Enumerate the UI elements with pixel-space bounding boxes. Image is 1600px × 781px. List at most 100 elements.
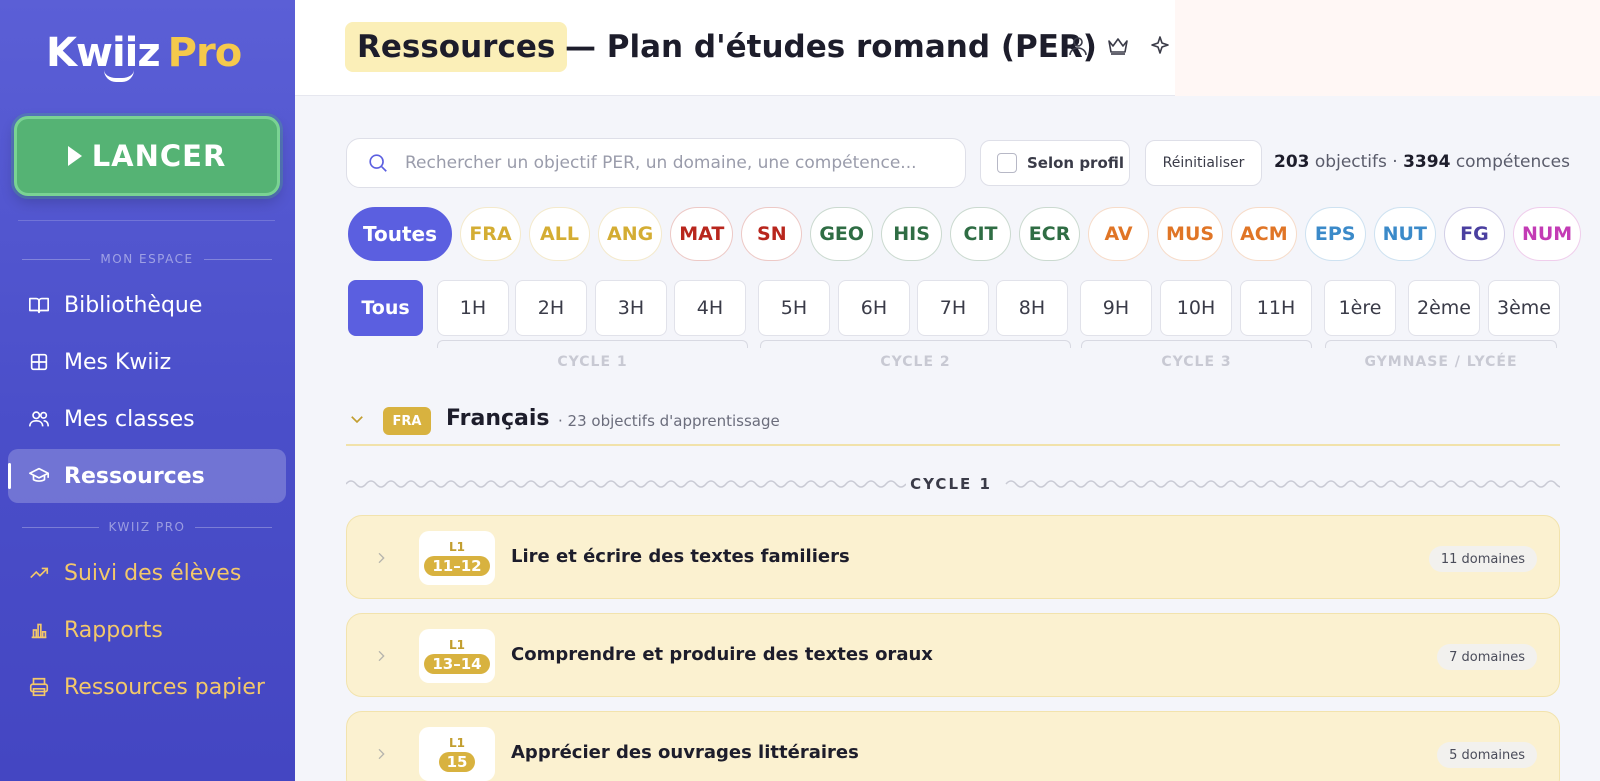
sidebar-item-mes-classes[interactable]: Mes classes — [8, 392, 286, 446]
objective-row[interactable]: L1 11–12 Lire et écrire des textes famil… — [346, 515, 1560, 599]
objective-row[interactable]: L1 13–14 Comprendre et produire des text… — [346, 613, 1560, 697]
level-button-11h[interactable]: 11H — [1240, 280, 1312, 336]
subject-pill-cit[interactable]: CIT — [950, 207, 1012, 261]
subject-pill-nut[interactable]: NUT — [1373, 207, 1436, 261]
level-button-5h[interactable]: 5H — [758, 280, 830, 336]
subject-pill-fg[interactable]: FG — [1443, 207, 1505, 261]
subject-pill-all[interactable]: ALL — [529, 207, 590, 261]
subject-pill-num[interactable]: NUM — [1512, 207, 1582, 261]
sidebar-item-ressources-papier[interactable]: Ressources papier — [8, 660, 286, 714]
page-title-highlight: Ressources — [345, 22, 568, 72]
section-kwiiz-pro: KWIIZ PRO — [22, 520, 273, 534]
play-icon — [67, 146, 82, 166]
sidebar-item-mes-kwiiz[interactable]: Mes Kwiiz — [8, 335, 286, 389]
objective-code: L1 13–14 — [419, 629, 495, 683]
subject-pill-av[interactable]: AV — [1088, 207, 1150, 261]
subject-pill-ecr[interactable]: ECR — [1019, 207, 1081, 261]
level-button-2ème[interactable]: 2ème — [1408, 280, 1480, 336]
logo[interactable]: Kwiiz Pro — [46, 30, 243, 76]
section-mon-espace: MON ESPACE — [22, 252, 272, 266]
subject-pill-ang[interactable]: ANG — [598, 207, 663, 261]
cycle3-label: CYCLE 3 — [1161, 354, 1232, 370]
chevron-right-icon — [378, 650, 385, 662]
domain-count-badge: 5 domaines — [1437, 742, 1537, 768]
gymnase-label: GYMNASE / LYCÉE — [1364, 354, 1518, 370]
subject-title[interactable]: Français — [446, 406, 550, 431]
objective-title: Apprécier des ouvrages littéraires — [511, 742, 859, 763]
subject-pill-eps[interactable]: EPS — [1304, 207, 1366, 261]
cycle1-label: CYCLE 1 — [557, 354, 628, 370]
header-right-area — [1175, 0, 1600, 96]
graduation-cap-icon — [29, 467, 49, 482]
level-button-7h[interactable]: 7H — [917, 280, 989, 336]
trending-up-icon — [30, 567, 49, 579]
sidebar-item-suivi-eleves[interactable]: Suivi des élèves — [8, 546, 286, 600]
user-icon[interactable] — [1066, 34, 1090, 58]
sidebar-item-bibliotheque[interactable]: Bibliothèque — [8, 278, 286, 332]
level-button-6h[interactable]: 6H — [838, 280, 910, 336]
profile-filter-button[interactable]: Selon profil — [980, 140, 1130, 186]
search-input[interactable] — [405, 153, 945, 173]
cycle1-bracket — [437, 340, 748, 348]
subject-pill-geo[interactable]: GEO — [810, 207, 874, 261]
grid-icon — [30, 353, 48, 371]
subject-filter-pills: Toutes FRA ALL ANG MAT SN GEO HIS CIT ECR AV MUS ACM… — [348, 207, 1582, 261]
page-title: — Plan d'études romand (PER) — [565, 29, 1097, 65]
domain-count-badge: 11 domaines — [1428, 546, 1537, 572]
sparkle-icon[interactable] — [1148, 34, 1172, 58]
search-box[interactable] — [346, 138, 966, 188]
chevron-right-icon — [378, 552, 385, 564]
cycle2-label: CYCLE 2 — [880, 354, 951, 370]
level-button-10h[interactable]: 10H — [1160, 280, 1232, 336]
launch-button[interactable]: LANCER — [14, 116, 280, 196]
objective-count: · 23 objectifs d'apprentissage — [558, 412, 780, 430]
chevron-right-icon — [378, 748, 385, 760]
sidebar-divider — [18, 220, 275, 221]
sidebar-item-rapports[interactable]: Rapports — [8, 603, 286, 657]
search-icon — [369, 154, 387, 172]
level-button-1ère[interactable]: 1ère — [1324, 280, 1396, 336]
cycle-divider-label: CYCLE 1 — [906, 475, 996, 493]
level-button-8h[interactable]: 8H — [996, 280, 1068, 336]
profile-checkbox[interactable] — [997, 153, 1017, 173]
subject-pill-fra[interactable]: FRA — [460, 207, 521, 261]
level-button-tous[interactable]: Tous — [348, 280, 423, 336]
users-icon — [29, 411, 49, 427]
result-counts: 203 objectifs · 3394 compétences — [1274, 152, 1570, 172]
collapse-chevron-icon[interactable] — [348, 410, 366, 428]
reset-button[interactable]: Réinitialiser — [1145, 140, 1262, 186]
level-button-9h[interactable]: 9H — [1080, 280, 1152, 336]
level-button-3ème[interactable]: 3ème — [1488, 280, 1560, 336]
subject-pill-his[interactable]: HIS — [881, 207, 943, 261]
crown-icon[interactable] — [1106, 34, 1130, 58]
objective-title: Lire et écrire des textes familiers — [511, 546, 850, 567]
level-button-1h[interactable]: 1H — [437, 280, 509, 336]
subject-badge: FRA — [383, 407, 431, 435]
bar-chart-icon — [31, 623, 47, 639]
gymnase-bracket — [1325, 340, 1557, 348]
subject-pill-toutes[interactable]: Toutes — [348, 207, 452, 261]
objective-code: L1 15 — [419, 727, 495, 781]
printer-icon — [29, 677, 49, 697]
launch-label: LANCER — [91, 139, 227, 173]
sidebar-item-ressources[interactable]: Ressources — [8, 449, 286, 503]
objective-title: Comprendre et produire des textes oraux — [511, 644, 933, 665]
section-underline — [346, 444, 1560, 446]
level-button-4h[interactable]: 4H — [674, 280, 746, 336]
logo-smile-icon — [104, 70, 134, 82]
logo-main: Kwiiz — [46, 30, 161, 76]
book-icon — [29, 297, 49, 314]
cycle2-bracket — [760, 340, 1071, 348]
objective-code: L1 11–12 — [419, 531, 495, 585]
subject-pill-mus[interactable]: MUS — [1157, 207, 1224, 261]
domain-count-badge: 7 domaines — [1437, 644, 1537, 670]
subject-pill-sn[interactable]: SN — [741, 207, 803, 261]
sidebar: Kwiiz Pro LANCER MON ESPACE Bibliothèque … — [0, 0, 295, 781]
cycle3-bracket — [1081, 340, 1312, 348]
level-button-3h[interactable]: 3H — [595, 280, 667, 336]
objective-row[interactable]: L1 15 Apprécier des ouvrages littéraires… — [346, 711, 1560, 781]
subject-pill-acm[interactable]: ACM — [1231, 207, 1297, 261]
subject-pill-mat[interactable]: MAT — [670, 207, 734, 261]
level-button-2h[interactable]: 2H — [515, 280, 587, 336]
logo-accent: Pro — [167, 30, 243, 76]
